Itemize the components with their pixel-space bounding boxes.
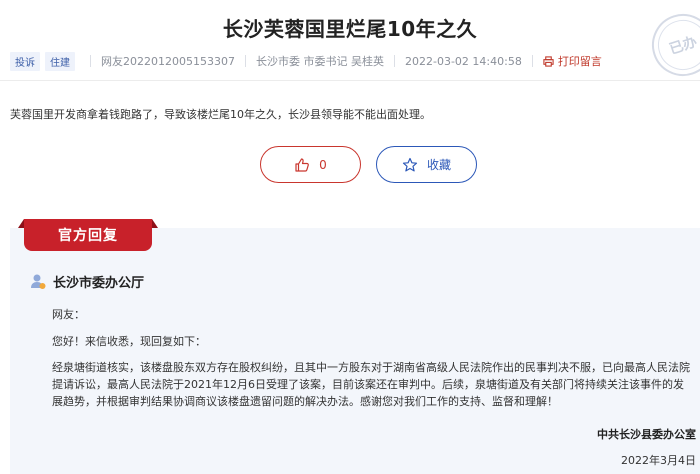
print-button[interactable]: 打印留言 <box>543 53 602 69</box>
reply-greeting: 网友： <box>52 308 85 321</box>
reply-office: 长沙市委办公厅 <box>30 272 144 291</box>
favorite-button[interactable]: 收藏 <box>376 146 477 183</box>
message-time: 2022-03-02 14:40:58 <box>404 54 522 68</box>
user-name: 网友2022012005153307 <box>101 55 235 68</box>
tag-complaint[interactable]: 投诉 <box>10 51 40 71</box>
like-count: 0 <box>319 157 327 172</box>
divider <box>393 55 395 67</box>
official-reply-banner: 官方回复 <box>18 219 158 259</box>
page-title: 长沙芙蓉国里烂尾10年之久 <box>222 17 478 41</box>
user-avatar-icon <box>31 274 46 289</box>
thumbs-up-icon <box>295 157 310 172</box>
header-divider <box>0 80 700 81</box>
reply-header: 官方回复 <box>24 219 152 251</box>
printer-icon <box>543 55 554 67</box>
divider <box>244 55 246 67</box>
tag-housing[interactable]: 住建 <box>45 51 75 71</box>
office-name: 长沙市委办公厅 <box>53 276 145 291</box>
reply-body: 经泉塘街道核实，该楼盘股东双方存在股权纠纷，且其中一方股东对于湖南省高级人民法院… <box>52 361 690 408</box>
favorite-label: 收藏 <box>426 158 451 172</box>
divider <box>531 55 533 67</box>
reply-date: 2022年3月4日 <box>621 454 696 467</box>
print-label: 打印留言 <box>557 55 602 68</box>
reply-opening: 您好！来信收悉，现回复如下： <box>52 335 206 348</box>
divider <box>90 55 91 67</box>
banner-fold-right <box>152 219 158 228</box>
reply-signature: 中共长沙县委办公室 <box>597 428 696 441</box>
meta-bar: 投诉 住建 网友2022012005153307 长沙市委 市委书记 吴桂英 2… <box>10 51 602 71</box>
like-button[interactable]: 0 <box>260 146 361 183</box>
star-icon <box>402 157 418 171</box>
message-target: 长沙市委 市委书记 吴桂英 <box>255 55 384 68</box>
message-content: 芙蓉国里开发商拿着钱跑路了，导致该楼烂尾10年之久，长沙县领导能不能出面处理。 <box>10 108 431 121</box>
